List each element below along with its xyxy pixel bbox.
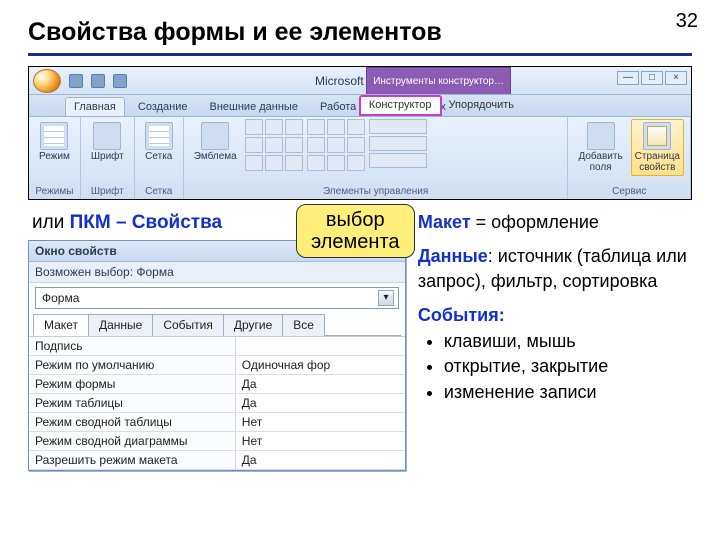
close-button[interactable]: × [665,71,687,85]
chevron-down-icon[interactable]: ▾ [378,290,394,306]
group-gridlines: Сетка Сетка [135,117,184,199]
add-fields-button[interactable]: Добавить поля [574,119,626,176]
prop-value[interactable] [236,337,405,355]
prop-name: Подпись [29,337,236,355]
prop-value[interactable]: Нет [236,413,405,431]
property-tabs: Макет Данные События Другие Все [33,313,401,336]
tab-home[interactable]: Главная [65,97,125,116]
controls-gallery-2[interactable] [307,119,365,171]
group-views: Режим Режимы [29,117,81,199]
prop-name: Режим таблицы [29,394,236,412]
list-item: открытие, закрытие [444,354,692,378]
quick-access-toolbar[interactable] [69,74,127,88]
prop-value[interactable]: Да [236,375,405,393]
prop-value[interactable]: Нет [236,432,405,450]
property-tab-format[interactable]: Макет [33,314,89,336]
ribbon-body: Режим Режимы Шрифт Шрифт Сетка Сетка Эмб… [29,117,691,199]
tab-arrange[interactable]: Упорядочить [442,95,521,116]
prop-name: Режим по умолчанию [29,356,236,374]
group-controls: Эмблема Элементы управления [184,117,569,199]
group-font: Шрифт Шрифт [81,117,135,199]
property-tab-event[interactable]: События [152,314,224,336]
property-tab-data[interactable]: Данные [88,314,153,336]
titlebar: Microsoft Access Инструменты конструктор… [29,67,691,95]
list-item: изменение записи [444,380,692,404]
prop-name: Режим сводной таблицы [29,413,236,431]
contextual-tab-title: Инструменты конструктор… [366,67,511,94]
prop-value[interactable]: Да [236,451,405,469]
page-title: Свойства формы и ее элементов [28,18,692,47]
tab-constructor[interactable]: Конструктор [359,95,442,116]
prop-name: Разрешить режим макета [29,451,236,469]
controls-gallery[interactable] [245,119,303,171]
property-tab-other[interactable]: Другие [223,314,283,336]
ribbon-tabs: Главная Создание Внешние данные Работа с… [29,95,691,117]
tab-create[interactable]: Создание [129,97,197,116]
property-sheet-subtitle: Возможен выбор: Форма [29,262,405,283]
minimize-button[interactable]: — [617,71,639,85]
object-selector[interactable]: Форма ▾ [35,287,399,309]
callout-element-select: выбор элемента [296,204,415,258]
prop-value[interactable]: Да [236,394,405,412]
property-sheet-button[interactable]: Страница свойств [631,119,684,176]
page-number: 32 [676,10,698,33]
property-tab-all[interactable]: Все [282,314,325,336]
explanation: Макет = оформление Данные: источник (таб… [418,210,692,414]
ribbon: Microsoft Access Инструменты конструктор… [28,66,692,200]
view-button[interactable]: Режим [35,119,74,165]
group-tools: Добавить поля Страница свойств Сервис [568,117,691,199]
list-item: клавиши, мышь [444,329,692,353]
font-button[interactable]: Шрифт [87,119,128,165]
prop-name: Режим сводной диаграммы [29,432,236,450]
office-button[interactable] [33,69,61,93]
property-sheet-window: Окно свойств × Возможен выбор: Форма Фор… [28,240,406,471]
controls-extra[interactable] [369,119,427,168]
maximize-button[interactable]: □ [641,71,663,85]
prop-name: Режим формы [29,375,236,393]
emblem-button[interactable]: Эмблема [190,119,241,165]
title-rule [28,53,692,56]
property-grid: Подпись Режим по умолчаниюОдиночная фор … [29,336,405,470]
prop-value[interactable]: Одиночная фор [236,356,405,374]
window-buttons[interactable]: — □ × [617,71,687,85]
tab-external[interactable]: Внешние данные [201,97,307,116]
grid-button[interactable]: Сетка [141,119,177,165]
